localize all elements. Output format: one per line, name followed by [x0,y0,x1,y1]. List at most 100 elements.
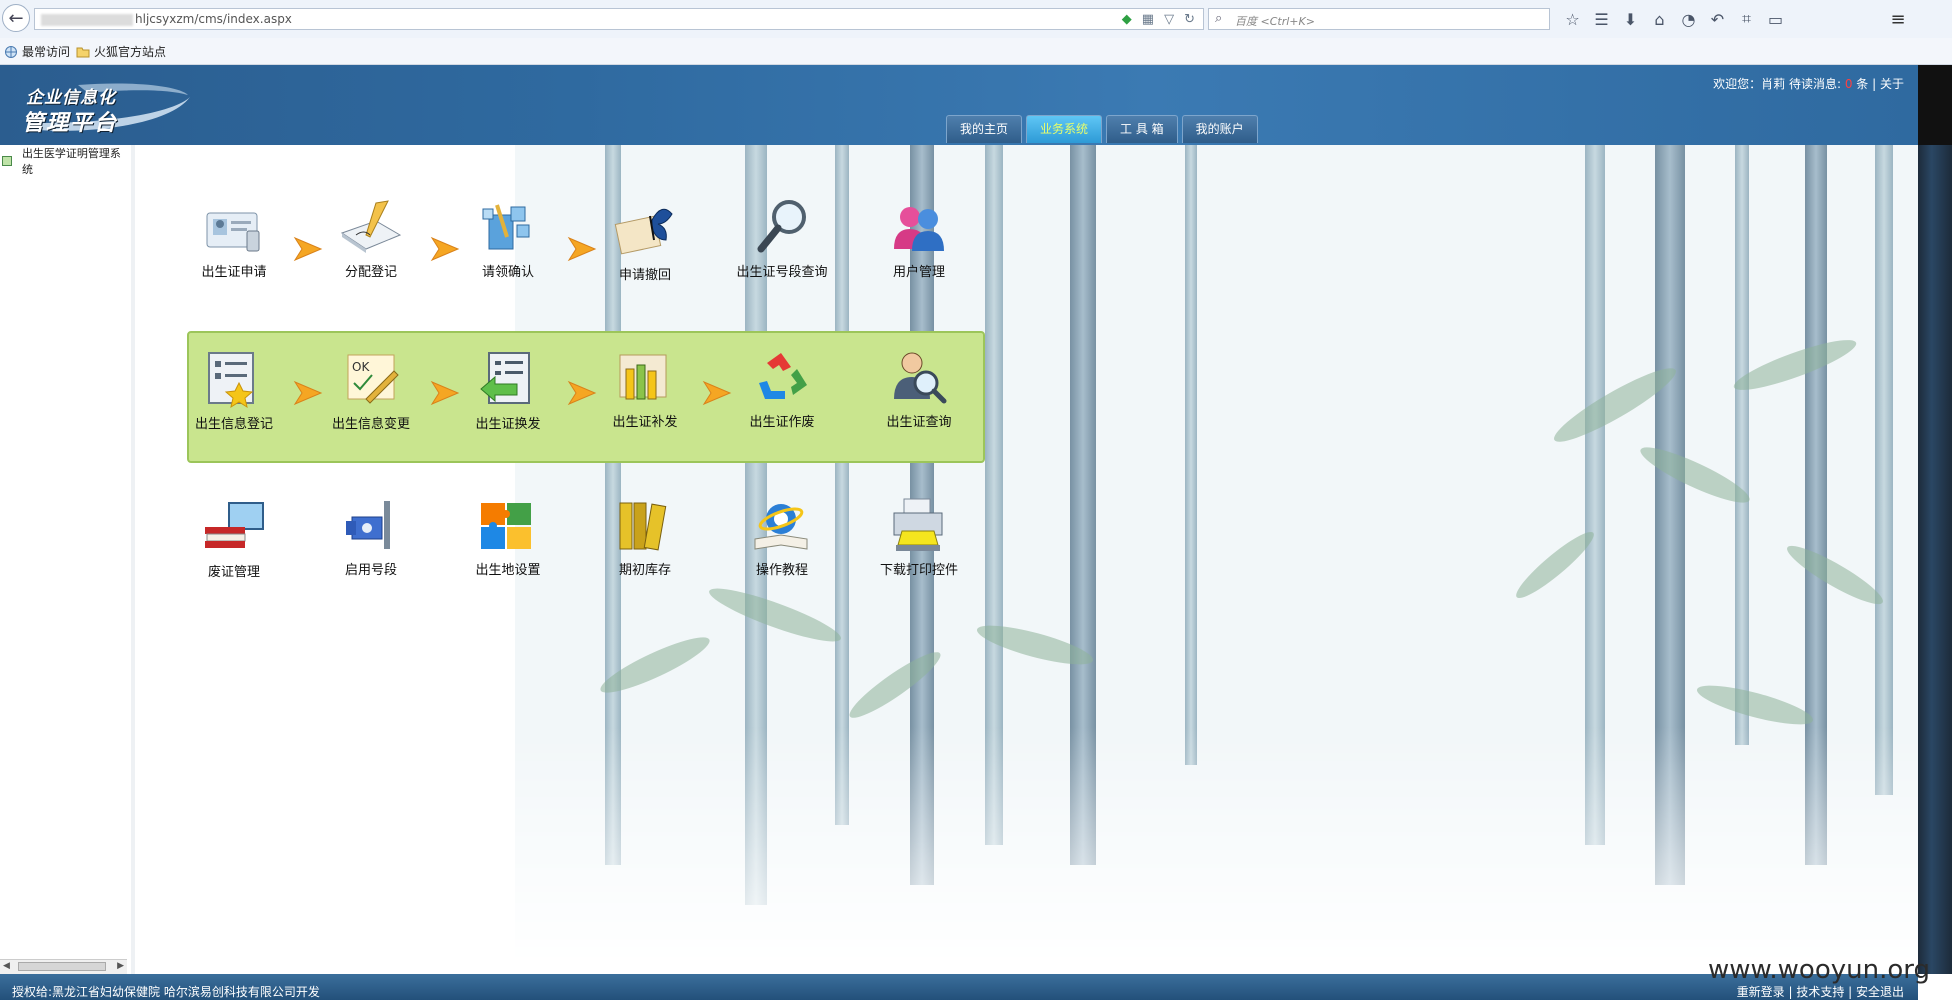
id-card-icon [206,212,260,252]
search-placeholder: 百度 <Ctrl+K> [1235,15,1315,28]
right-edge-dark [1918,65,1952,145]
app-cert-number-query[interactable]: 出生证号段查询 [723,197,841,280]
form-star-icon [208,352,254,409]
user-search-icon [894,352,947,404]
site-header: 企业信息化 管理平台 欢迎您：肖莉 待读消息: 0 条 | 关于 我的主页 业务… [0,65,1918,148]
ie-book-icon [754,504,808,550]
sidebar-item-label: 出生医学证明管理系统 [21,147,121,176]
tools-icon [346,501,390,549]
app-birth-info-change[interactable]: OK 出生信息变更 [312,349,430,432]
ok-pen-icon: OK [347,354,399,404]
app-label: 用户管理 [892,265,945,280]
app-cert-reissue-exchange[interactable]: 出生证换发 [449,349,567,432]
app-cert-query[interactable]: 出生证查询 [860,347,978,430]
list-return-arrow-icon [480,352,530,404]
watermark: www.wooyun.org [1707,955,1930,985]
welcome-suffix: 条 [1856,77,1869,91]
bookmark-firefox-site[interactable]: 火狐官方站点 [76,43,166,60]
app-birth-info-register[interactable]: 出生信息登记 [175,349,293,432]
sidebar-item-birth-cert-system[interactable]: 出生医学证明管理系统 [2,145,131,177]
app-claim-confirm[interactable]: 请领确认 [449,197,567,280]
app-birth-cert-apply[interactable]: 出生证申请 [175,197,293,280]
folder-icon [76,47,90,57]
welcome-prefix: 欢迎您：肖莉 待读消息: [1713,77,1841,91]
footer-copyright: 授权给:黑龙江省妇幼保健院 哈尔滨易创科技有限公司开发 [12,985,320,999]
app-operation-tutorial[interactable]: 操作教程 [723,495,841,578]
tab-my-account[interactable]: 我的账户 [1181,115,1258,143]
sidebar-horizontal-scrollbar[interactable]: ◀ ▶ [0,959,127,974]
url-text: hljcsyxzm/cms/index.aspx [135,12,292,26]
app-download-print-control[interactable]: 下载打印控件 [860,495,978,578]
tab-toolbox[interactable]: 工 具 箱 [1106,115,1178,143]
sidebar: 出生医学证明管理系统 ◀ ▶ [0,145,132,974]
logo-text-2: 管理平台 [22,111,119,136]
app-label: 出生证查询 [886,415,952,430]
app-opening-inventory[interactable]: 期初库存 [586,495,704,578]
reload-icon[interactable]: ↻ [1184,12,1195,27]
browser-toolbar: ← hljcsyxzm/cms/index.aspx ◆ ▦ ▽ ↻ ⌕ 百度 … [0,0,1952,39]
logo: 企业信息化 管理平台 [18,79,193,136]
scroll-left-icon[interactable]: ◀ [3,961,10,971]
message-count[interactable]: 0 [1845,77,1853,91]
app-birthplace-settings[interactable]: 出生地设置 [449,495,567,578]
app-user-management[interactable]: 用户管理 [860,197,978,280]
about-link[interactable]: 关于 [1880,77,1904,91]
app-label: 出生证补发 [612,415,678,430]
address-bar[interactable]: hljcsyxzm/cms/index.aspx ◆ ▦ ▽ ↻ [34,8,1204,30]
tab-home[interactable]: 我的主页 [946,115,1023,143]
reading-list-icon[interactable]: ☰ [1587,7,1616,31]
app-assign-register[interactable]: 分配登记 [312,197,430,280]
puzzle-icon [481,503,531,549]
app-label: 出生信息登记 [194,417,273,432]
back-button[interactable]: ← [2,4,30,32]
markers-icon [619,354,667,400]
svg-text:OK: OK [352,360,370,374]
app-label: 出生地设置 [475,563,541,578]
app-cert-void[interactable]: 出生证作废 [723,347,841,430]
download-icon[interactable]: ⬇ [1616,7,1645,31]
bookmark-label: 最常访问 [22,45,71,59]
url-blurred-host [41,14,133,26]
chat-icon[interactable]: ◔ [1674,7,1703,31]
welcome-text: 欢迎您：肖莉 待读消息: 0 条 | 关于 [1713,77,1904,91]
app-enable-number-range[interactable]: 启用号段 [312,495,430,578]
app-label: 申请撤回 [618,268,671,283]
undo-icon[interactable]: ↶ [1703,7,1732,31]
app-cert-replace[interactable]: 出生证补发 [586,347,704,430]
tab-business-system[interactable]: 业务系统 [1026,115,1103,143]
shield-icon[interactable]: ◆ [1122,12,1132,27]
recycle-icon [759,353,807,399]
footer-links[interactable]: 重新登录 | 技术支持 | 安全退出 [1737,983,1904,1000]
app-label: 废证管理 [207,565,260,580]
magnifier-icon [757,200,806,253]
app-apply-withdraw[interactable]: 申请撤回 [586,200,704,283]
bookmark-star-icon[interactable]: ☆ [1558,7,1587,31]
search-bar[interactable]: ⌕ 百度 <Ctrl+K> [1208,8,1550,30]
scroll-right-icon[interactable]: ▶ [117,961,124,971]
footer: 授权给:黑龙江省妇幼保健院 哈尔滨易创科技有限公司开发 重新登录 | 技术支持 … [0,974,1918,1000]
back-arrow-icon: ← [8,7,24,29]
home-icon[interactable]: ⌂ [1645,7,1674,31]
speech-bubble-icon[interactable]: ▭ [1761,7,1790,31]
users-icon [894,207,944,251]
books-laptop-icon [205,502,264,548]
crop-icon[interactable]: ⌗ [1732,7,1761,31]
app-label: 下载打印控件 [879,563,958,578]
app-label: 出生证申请 [201,265,267,280]
app-label: 操作教程 [755,563,808,578]
bookmark-label: 火狐官方站点 [94,45,167,59]
menu-icon[interactable]: ≡ [1886,7,1910,31]
app-label: 出生证号段查询 [736,265,828,280]
app-label: 出生证换发 [475,417,541,432]
app-label: 出生信息变更 [331,417,410,432]
butterfly-letter-icon [614,208,673,255]
right-edge-panel [1918,145,1952,974]
bookmark-most-visited[interactable]: 最常访问 [4,43,70,60]
scroll-thumb[interactable] [18,962,106,971]
app-label: 期初库存 [618,563,671,578]
qr-code-icon[interactable]: ▦ [1142,12,1154,27]
dropdown-icon[interactable]: ▽ [1164,12,1174,27]
app-void-cert-management[interactable]: 废证管理 [175,497,293,580]
printer-icon [893,498,943,551]
nav-tabs: 我的主页 业务系统 工 具 箱 我的账户 [946,115,1258,143]
